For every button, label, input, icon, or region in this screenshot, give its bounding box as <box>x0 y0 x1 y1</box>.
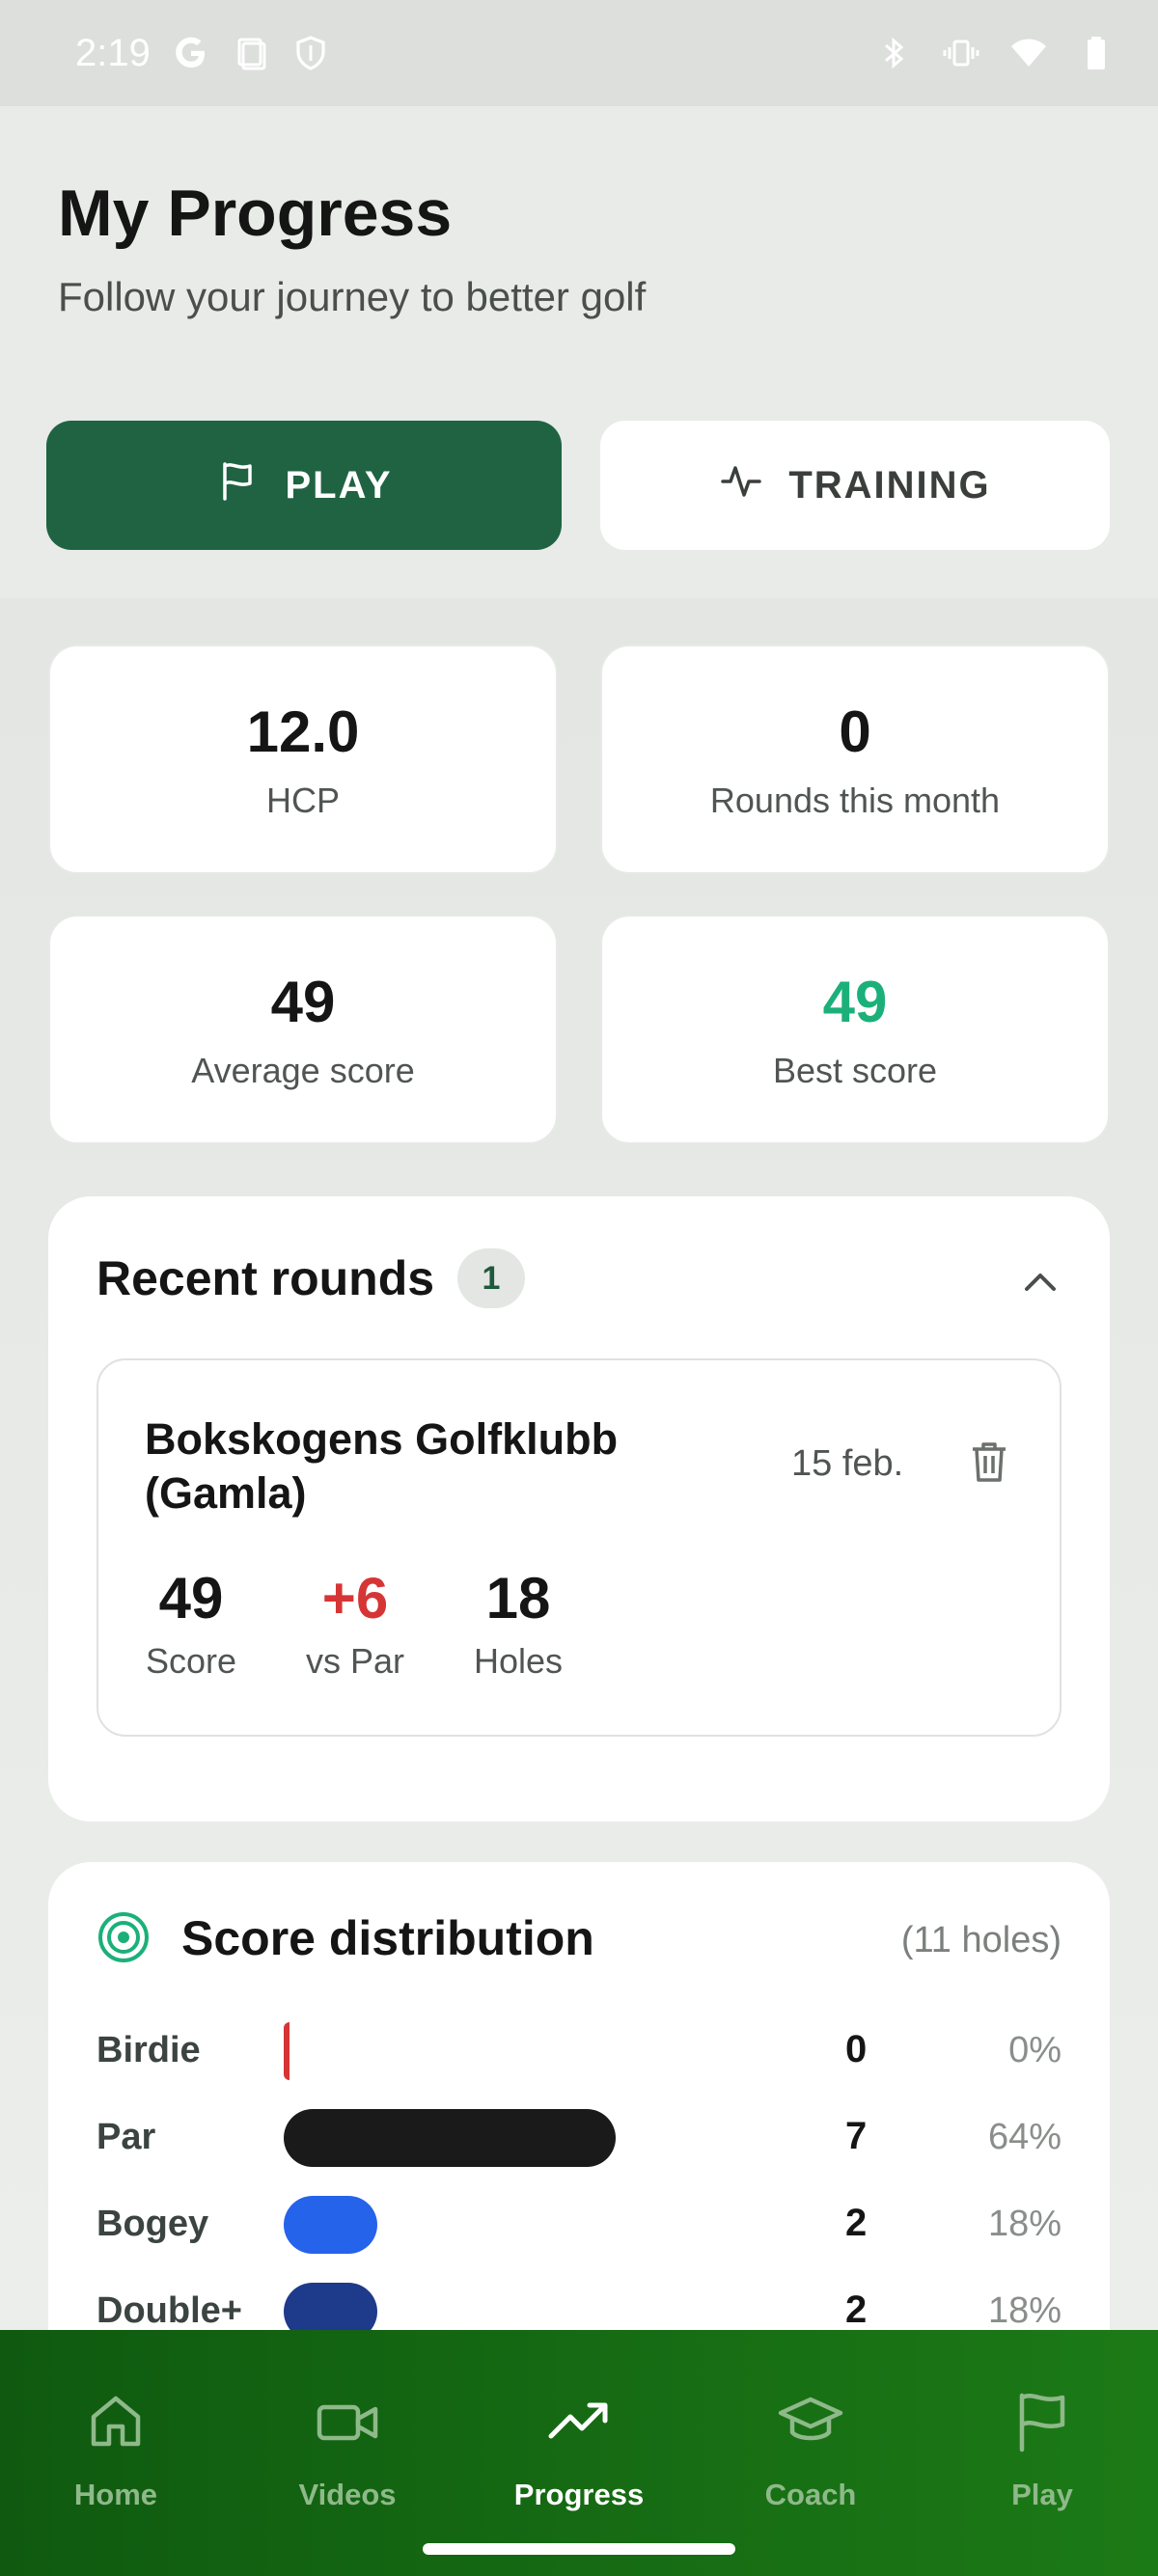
distribution-row-par: Par 7 64% <box>48 2109 1110 2167</box>
nav-home[interactable]: Home <box>0 2388 232 2512</box>
rounds-month-label: Rounds this month <box>709 780 1001 820</box>
trending-up-icon <box>545 2388 613 2460</box>
distribution-count: 0 <box>845 2028 868 2070</box>
score-distribution-title: Score distribution <box>181 1911 594 1965</box>
battery-icon <box>1077 34 1116 72</box>
round-card[interactable]: Bokskogens Golfklubb (Gamla) 15 feb. 49 … <box>96 1358 1062 1737</box>
distribution-bar <box>284 2022 295 2080</box>
recent-rounds-panel: Recent rounds 1 Bokskogens Golfklubb (Ga… <box>48 1196 1110 1822</box>
nav-videos[interactable]: Videos <box>232 2388 463 2512</box>
progress-content[interactable]: 12.0 HCP 0 Rounds this month 49 Average … <box>0 598 1158 2330</box>
round-vs-par: +6 vs Par <box>297 1565 413 1682</box>
wifi-icon <box>1009 34 1048 72</box>
status-bar: 2:19 <box>0 0 1158 106</box>
bluetooth-icon <box>874 34 913 72</box>
distribution-count: 2 <box>845 2288 868 2330</box>
play-mode-label: PLAY <box>285 463 393 507</box>
round-score: 49 Score <box>145 1565 237 1682</box>
vibrate-icon <box>942 34 980 72</box>
training-mode-label: TRAINING <box>788 463 991 507</box>
round-course-name: Bokskogens Golfklubb (Gamla) <box>145 1414 619 1518</box>
home-icon <box>82 2388 150 2460</box>
recent-rounds-title: Recent rounds <box>96 1251 435 1305</box>
target-icon <box>96 1910 151 1964</box>
nav-videos-label: Videos <box>298 2478 397 2511</box>
page-subtitle: Follow your journey to better golf <box>58 274 647 319</box>
distribution-percent: 18% <box>987 2290 1062 2330</box>
round-score-value: 49 <box>158 1566 224 1631</box>
distribution-count: 7 <box>845 2115 868 2157</box>
distribution-percent: 18% <box>987 2204 1062 2244</box>
screenshot-icon <box>232 34 270 72</box>
distribution-bar <box>284 2109 616 2167</box>
distribution-bar <box>284 2196 377 2254</box>
nav-coach[interactable]: Coach <box>695 2388 926 2512</box>
page-header: My Progress Follow your journey to bette… <box>0 106 1158 598</box>
page-title: My Progress <box>58 177 453 250</box>
home-indicator[interactable] <box>423 2543 735 2555</box>
rounds-month-value: 0 <box>839 699 871 764</box>
distribution-percent: 0% <box>1008 2030 1062 2070</box>
score-distribution-panel: Score distribution (11 holes) Birdie 0 0… <box>48 1862 1110 2330</box>
best-score-label: Best score <box>772 1050 938 1090</box>
chevron-up-icon[interactable] <box>1019 1260 1062 1302</box>
bottom-navigation: Home Videos Progress Coach Play <box>0 2330 1158 2576</box>
play-mode-button[interactable]: PLAY <box>46 421 562 550</box>
flag-icon <box>1008 2388 1076 2460</box>
hcp-value: 12.0 <box>246 699 360 764</box>
hcp-card: 12.0 HCP <box>48 644 558 874</box>
recent-rounds-count-badge: 1 <box>457 1248 525 1308</box>
score-distribution-hole-count: (11 holes) <box>900 1920 1062 1960</box>
training-mode-button[interactable]: TRAINING <box>600 421 1110 550</box>
status-left: 2:19 <box>75 32 330 75</box>
video-icon <box>314 2388 381 2460</box>
best-score-value: 49 <box>822 969 888 1034</box>
round-score-label: Score <box>145 1641 237 1681</box>
nav-coach-label: Coach <box>764 2478 857 2511</box>
shield-icon <box>291 34 330 72</box>
average-score-value: 49 <box>270 969 336 1034</box>
distribution-label: Par <box>96 2117 156 2157</box>
distribution-percent: 64% <box>987 2117 1062 2157</box>
activity-icon <box>719 458 763 512</box>
nav-play[interactable]: Play <box>926 2388 1158 2512</box>
distribution-label: Bogey <box>96 2204 209 2244</box>
nav-progress-label: Progress <box>513 2478 645 2511</box>
distribution-label: Birdie <box>96 2030 201 2070</box>
trash-icon[interactable] <box>965 1438 1013 1486</box>
average-score-label: Average score <box>191 1050 415 1090</box>
nav-play-label: Play <box>1011 2478 1073 2511</box>
distribution-row-double-plus: Double+ 2 18% <box>48 2283 1110 2330</box>
round-date: 15 feb. <box>791 1443 904 1484</box>
hcp-label: HCP <box>265 780 340 820</box>
status-right <box>874 34 1116 72</box>
distribution-row-birdie: Birdie 0 0% <box>48 2022 1110 2080</box>
distribution-row-bogey: Bogey 2 18% <box>48 2196 1110 2254</box>
distribution-bar <box>284 2283 377 2330</box>
round-vs-par-label: vs Par <box>305 1641 405 1681</box>
flag-icon <box>215 458 260 512</box>
round-holes: 18 Holes <box>465 1565 571 1682</box>
distribution-label: Double+ <box>96 2290 242 2330</box>
round-holes-value: 18 <box>485 1566 551 1631</box>
nav-progress[interactable]: Progress <box>463 2388 695 2512</box>
average-score-card: 49 Average score <box>48 915 558 1144</box>
google-icon <box>172 34 210 72</box>
round-vs-par-value: +6 <box>321 1566 389 1631</box>
distribution-count: 2 <box>845 2202 868 2244</box>
nav-home-label: Home <box>73 2478 158 2511</box>
rounds-month-card: 0 Rounds this month <box>600 644 1110 874</box>
best-score-card: 49 Best score <box>600 915 1110 1144</box>
graduation-cap-icon <box>777 2388 844 2460</box>
round-holes-label: Holes <box>473 1641 564 1681</box>
status-time: 2:19 <box>75 31 151 74</box>
